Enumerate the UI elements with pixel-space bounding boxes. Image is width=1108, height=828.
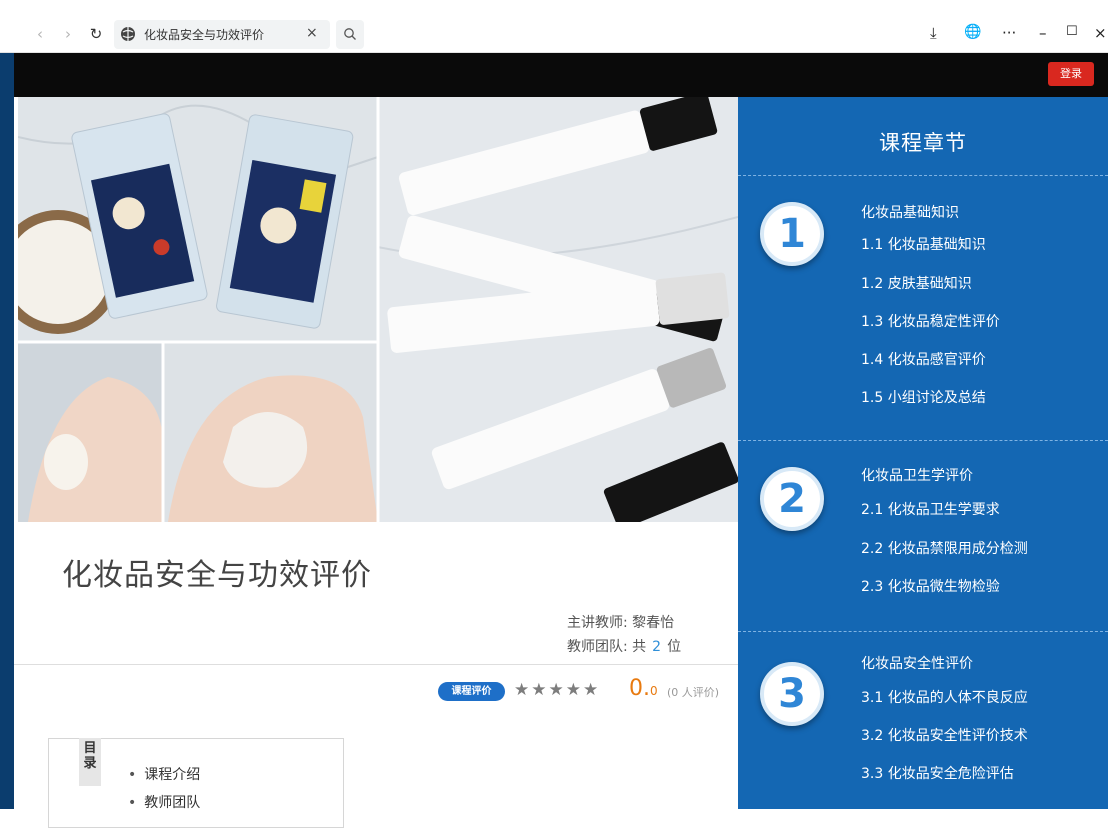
rating-stars[interactable]: ★★★★★ <box>514 680 600 700</box>
divider <box>14 664 738 665</box>
chapter-item[interactable]: 2.1 化妆品卫生学要求 <box>861 499 1000 519</box>
browser-tab[interactable]: 化妆品安全与功效评价 × <box>114 20 330 49</box>
course-cover-image <box>18 97 738 522</box>
close-window-icon[interactable]: × <box>1094 24 1107 42</box>
chapter-item[interactable]: 3.2 化妆品安全性评价技术 <box>861 725 1028 745</box>
minimize-icon[interactable]: – <box>1039 24 1047 42</box>
team-count[interactable]: 2 <box>646 639 667 655</box>
browser-toolbar: ‹ › ↻ 化妆品安全与功效评价 × ⤓ 🌐 ··· – ☐ × <box>0 0 1108 53</box>
score-main: 0. <box>629 676 650 701</box>
review-count: (0 人评价) <box>667 686 720 699</box>
chapter-item[interactable]: 1.1 化妆品基础知识 <box>861 234 986 254</box>
chapter-heading[interactable]: 化妆品基础知识 <box>861 202 959 222</box>
divider <box>738 440 1108 441</box>
divider <box>738 175 1108 176</box>
team-info: 教师团队: 共2位 <box>567 636 681 656</box>
search-icon <box>344 28 356 40</box>
site-globe-icon <box>121 27 135 41</box>
chapter-item[interactable]: 3.3 化妆品安全危险评估 <box>861 763 1014 783</box>
team-label: 教师团队: 共 <box>567 639 647 655</box>
maximize-icon[interactable]: ☐ <box>1066 24 1078 39</box>
chapter-heading[interactable]: 化妆品安全性评价 <box>861 653 973 673</box>
window-edge <box>0 0 14 809</box>
chapter-item[interactable]: 1.5 小组讨论及总结 <box>861 387 986 407</box>
teacher-label: 主讲教师: <box>567 615 628 631</box>
download-icon[interactable]: ⤓ <box>930 24 937 42</box>
forward-icon[interactable]: › <box>58 24 78 44</box>
globe-icon[interactable]: 🌐 <box>964 24 981 40</box>
teacher-info: 主讲教师: 黎春怡 <box>567 612 674 632</box>
reload-icon[interactable]: ↻ <box>86 24 106 44</box>
tab-search-button[interactable] <box>336 20 364 49</box>
toc-item-team[interactable]: 教师团队 <box>128 792 200 812</box>
chapters-title: 课程章节 <box>879 131 967 155</box>
teacher-name[interactable]: 黎春怡 <box>632 615 674 631</box>
chapter-item[interactable]: 1.3 化妆品稳定性评价 <box>861 311 1000 331</box>
tab-title: 化妆品安全与功效评价 <box>144 28 265 42</box>
chapter-panel: 课程章节 1 化妆品基础知识 1.1 化妆品基础知识 1.2 皮肤基础知识 1.… <box>738 97 1108 809</box>
toc-tag: 目录 <box>79 738 101 786</box>
score-decimal: 0 <box>650 684 658 698</box>
login-button[interactable]: 登录 <box>1048 62 1094 86</box>
chapter-item[interactable]: 1.4 化妆品感官评价 <box>861 349 986 369</box>
tab-close-icon[interactable]: × <box>306 25 318 41</box>
rating-badge: 课程评价 <box>438 682 505 701</box>
back-icon[interactable]: ‹ <box>30 24 50 44</box>
team-unit: 位 <box>667 639 682 655</box>
divider <box>738 631 1108 632</box>
more-icon[interactable]: ··· <box>1002 24 1016 42</box>
chapter-item[interactable]: 1.2 皮肤基础知识 <box>861 273 972 293</box>
toc-item-intro[interactable]: 课程介绍 <box>128 764 200 784</box>
chapter-number-badge: 3 <box>760 662 824 726</box>
chapter-number-badge: 1 <box>760 202 824 266</box>
rating-score: 0.0 <box>629 676 658 701</box>
chapter-item[interactable]: 2.3 化妆品微生物检验 <box>861 576 1000 596</box>
site-header <box>14 53 1108 97</box>
course-title: 化妆品安全与功效评价 <box>62 558 372 593</box>
chapter-item[interactable]: 3.1 化妆品的人体不良反应 <box>861 687 1028 707</box>
chapter-item[interactable]: 2.2 化妆品禁限用成分检测 <box>861 538 1028 558</box>
chapter-number-badge: 2 <box>760 467 824 531</box>
chapter-heading[interactable]: 化妆品卫生学评价 <box>861 465 973 485</box>
